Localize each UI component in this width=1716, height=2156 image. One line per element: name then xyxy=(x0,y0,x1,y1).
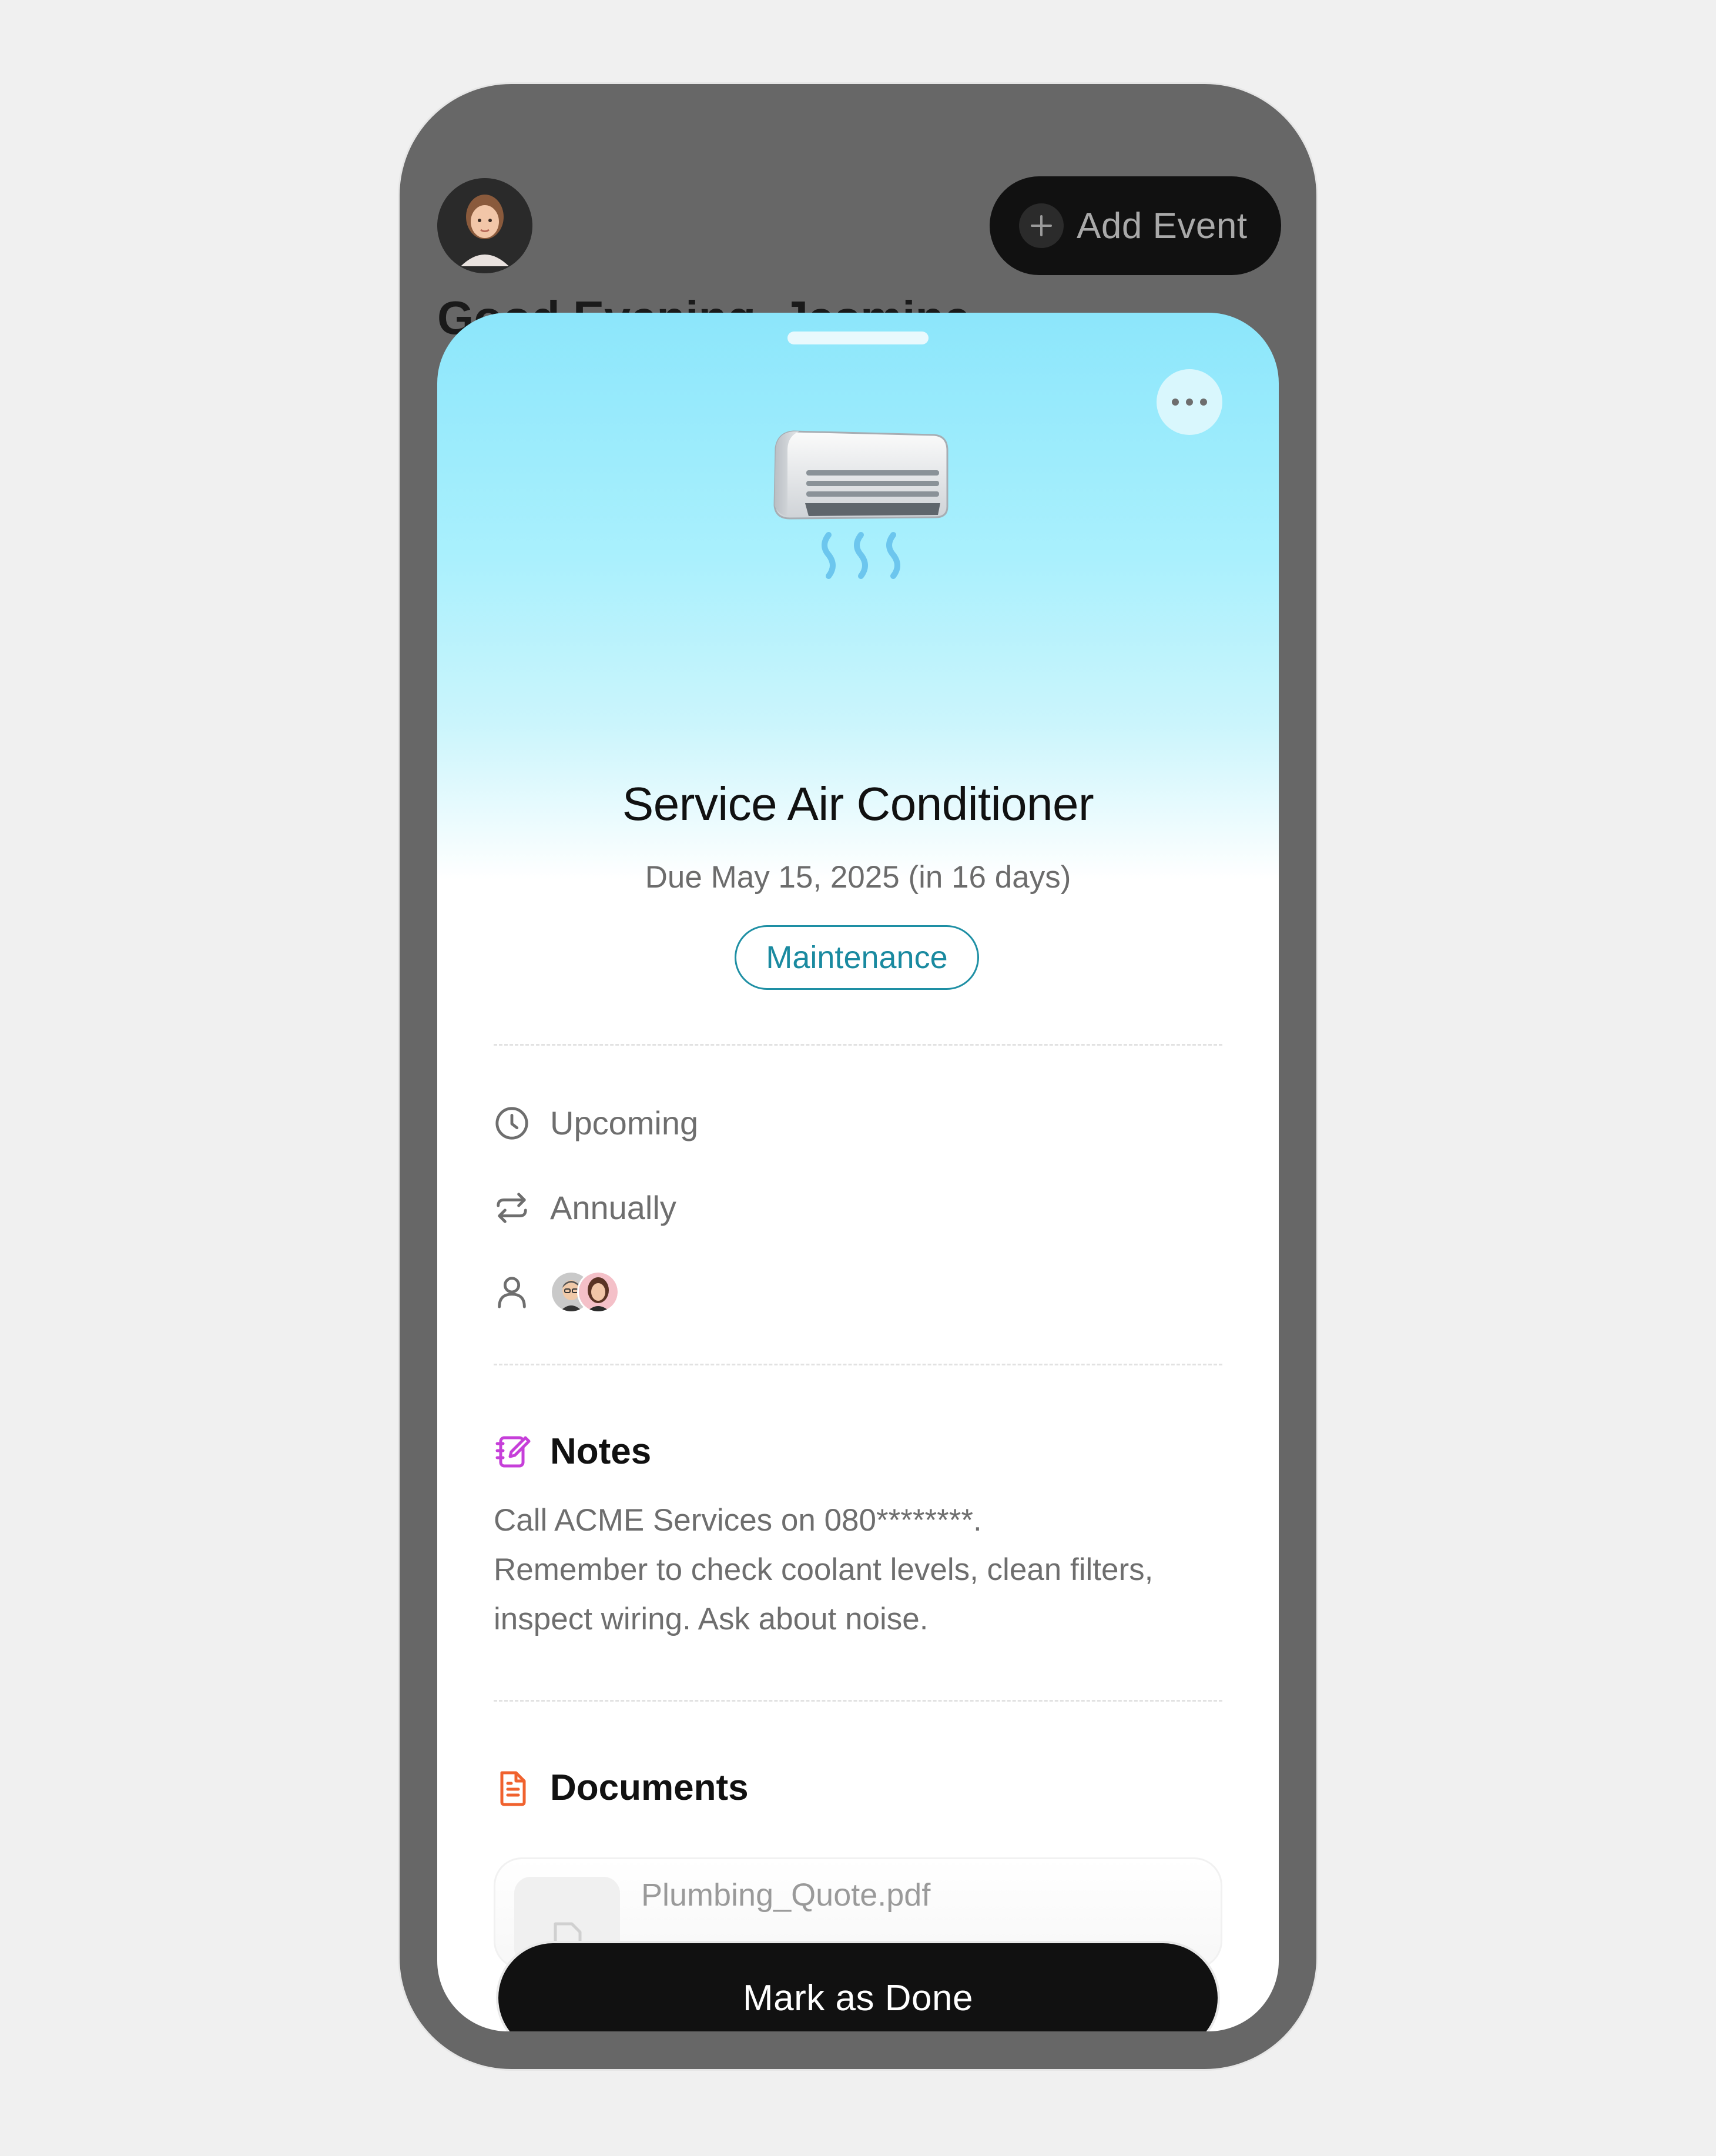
divider xyxy=(494,1364,1222,1365)
recurrence-text: Annually xyxy=(550,1189,676,1226)
divider xyxy=(494,1044,1222,1046)
assignees-row[interactable] xyxy=(494,1271,619,1313)
event-due-date: Due May 15, 2025 (in 16 days) xyxy=(645,860,1071,895)
ellipsis-icon xyxy=(1172,399,1207,406)
person-icon xyxy=(498,1277,526,1308)
repeat-icon xyxy=(497,1192,527,1223)
note-line: inspect wiring. Ask about noise. xyxy=(494,1602,929,1636)
note-line: Remember to check coolant levels, clean … xyxy=(494,1552,1154,1587)
document-icon xyxy=(500,1771,526,1806)
category-tag[interactable]: Maintenance xyxy=(735,925,979,990)
phone-frame: Good Evening, Jasmine Add Event xyxy=(400,84,1316,2069)
document-name: Plumbing_Quote.pdf xyxy=(641,1877,931,1913)
documents-heading: Documents xyxy=(550,1767,749,1808)
more-options-button[interactable] xyxy=(1157,369,1222,435)
recurrence-row: Annually xyxy=(494,1189,676,1227)
status-text: Upcoming xyxy=(550,1104,699,1141)
status-row: Upcoming xyxy=(494,1104,698,1142)
notes-heading-row: Notes xyxy=(494,1431,651,1472)
mark-as-done-button[interactable]: Mark as Done xyxy=(496,1941,1220,2031)
sheet-grabber[interactable] xyxy=(787,332,929,344)
add-event-label: Add Event xyxy=(1077,205,1248,246)
notebook-pencil-icon xyxy=(495,1436,531,1467)
notes-heading: Notes xyxy=(550,1431,652,1472)
plus-icon xyxy=(1019,203,1064,248)
clock-icon xyxy=(495,1106,528,1140)
divider xyxy=(494,1700,1222,1702)
documents-heading-row: Documents xyxy=(494,1767,749,1809)
event-title: Service Air Conditioner xyxy=(622,778,1094,830)
assignee-avatars[interactable] xyxy=(550,1271,619,1313)
add-event-button[interactable]: Add Event xyxy=(990,176,1281,275)
assignee-avatar[interactable] xyxy=(577,1271,619,1313)
event-detail-sheet: Service Air Conditioner Due May 15, 2025… xyxy=(437,313,1279,2031)
air-conditioner-icon xyxy=(764,424,952,589)
user-avatar[interactable] xyxy=(437,178,532,273)
note-line: Call ACME Services on 080********. xyxy=(494,1503,982,1538)
